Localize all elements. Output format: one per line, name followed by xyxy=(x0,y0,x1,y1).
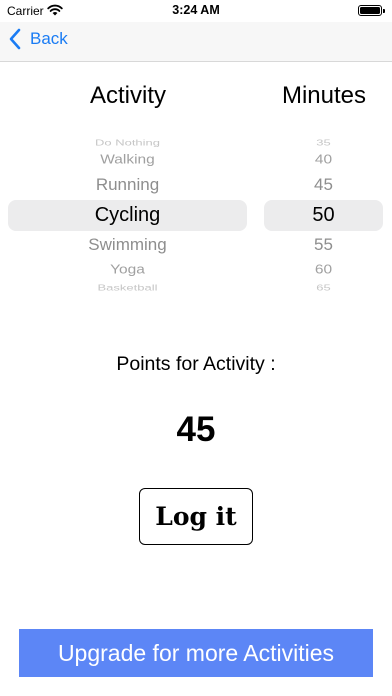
navigation-bar: Back xyxy=(0,22,392,62)
picker-row[interactable]: Yoga xyxy=(8,262,247,277)
log-it-button[interactable]: Log it xyxy=(139,488,253,545)
picker-row[interactable]: 55 xyxy=(264,235,383,255)
picker-row-selected[interactable]: Cycling xyxy=(8,204,247,227)
picker-row[interactable]: 65 xyxy=(264,283,383,292)
picker-row[interactable]: Swimming xyxy=(8,235,247,255)
picker-row[interactable]: 45 xyxy=(264,175,383,195)
picker-row[interactable]: 40 xyxy=(264,152,383,167)
picker-row[interactable]: Running xyxy=(8,175,247,195)
activity-picker[interactable]: Do Nothing Walking Running Cycling Swimm… xyxy=(8,128,247,296)
picker-row[interactable]: 35 xyxy=(264,138,383,147)
chevron-left-icon xyxy=(9,28,21,50)
clock: 3:24 AM xyxy=(172,3,220,17)
picker-row[interactable]: Walking xyxy=(8,152,247,167)
points-label: Points for Activity : xyxy=(116,353,276,375)
points-value: 45 xyxy=(176,410,216,449)
picker-row[interactable]: 60 xyxy=(264,262,383,277)
picker-row[interactable]: Basketball xyxy=(8,283,247,292)
upgrade-button[interactable]: Upgrade for more Activities xyxy=(19,629,373,677)
status-bar: Carrier 3:24 AM xyxy=(0,0,392,22)
back-label: Back xyxy=(30,29,68,48)
minutes-picker[interactable]: 35 40 45 50 55 60 65 xyxy=(264,128,383,296)
minutes-header: Minutes xyxy=(281,82,367,109)
battery-icon xyxy=(358,5,385,16)
picker-row[interactable]: Do Nothing xyxy=(8,138,247,147)
back-button[interactable]: Back xyxy=(8,28,68,50)
picker-row-selected[interactable]: 50 xyxy=(264,204,383,227)
activity-header: Activity xyxy=(89,82,166,109)
